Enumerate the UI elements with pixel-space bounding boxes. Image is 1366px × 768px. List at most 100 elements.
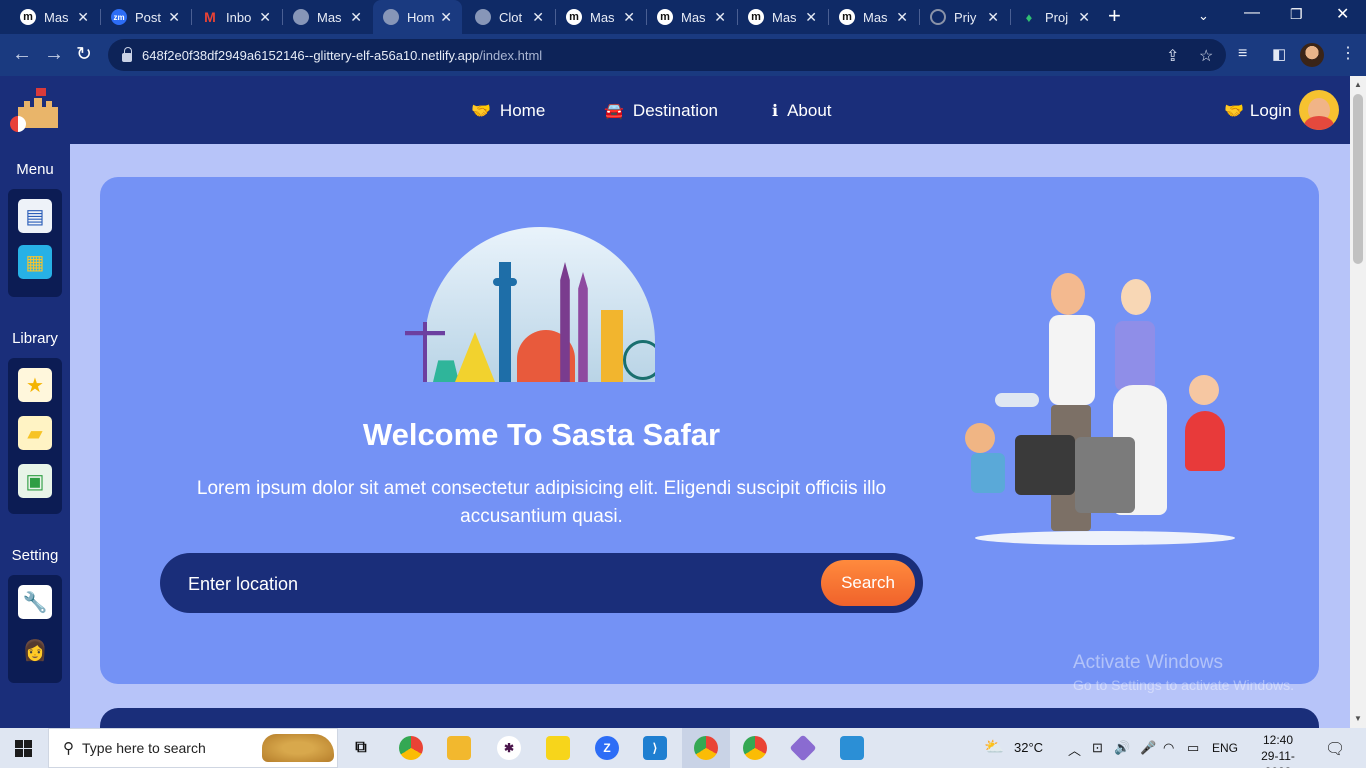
chat-icon[interactable]: ▰ [18, 416, 52, 450]
scroll-thumb[interactable] [1353, 94, 1363, 264]
m-icon: m [20, 9, 36, 25]
browser-tab[interactable]: Priy ✕ [920, 0, 1009, 34]
zoom-icon[interactable]: Z [595, 736, 619, 760]
minimize-icon[interactable]: — [1244, 4, 1260, 22]
globe-icon [383, 9, 399, 25]
close-tab-icon[interactable]: ✕ [350, 9, 362, 26]
m-icon: m [566, 9, 582, 25]
chrome-profile-2-icon[interactable] [743, 736, 767, 760]
browser-tab[interactable]: m Mas ✕ [10, 0, 99, 34]
browser-tab[interactable]: m Mas ✕ [647, 0, 736, 34]
page-scrollbar[interactable]: ▲ ▼ [1350, 76, 1366, 728]
clock-time: 12:40 [1262, 733, 1294, 747]
vscode-icon[interactable]: ⟩ [643, 736, 667, 760]
wrench-icon[interactable]: 🔧 [18, 585, 52, 619]
nav-destination-link[interactable]: 🚘 Destination [604, 100, 718, 122]
search-highlight-image[interactable] [262, 734, 334, 762]
sidebar-setting-title: Setting [11, 547, 59, 564]
close-tab-icon[interactable]: ✕ [623, 9, 635, 26]
reading-list-icon[interactable]: ≡ [1238, 45, 1247, 63]
new-tab-icon[interactable]: + [1108, 3, 1121, 29]
close-tab-icon[interactable]: ✕ [77, 9, 89, 26]
slack-icon[interactable]: ✱ [497, 736, 521, 760]
search-icon: ⚲ [63, 740, 74, 757]
sidebar-menu-title: Menu [16, 161, 54, 178]
shopping-bag-icon[interactable]: ▣ [18, 464, 52, 498]
close-tab-icon[interactable]: ✕ [168, 9, 180, 26]
weather-icon[interactable]: ⛅ [984, 737, 1004, 757]
star-icon[interactable]: ★ [18, 368, 52, 402]
browser-tab[interactable]: m Mas ✕ [556, 0, 645, 34]
close-window-icon[interactable]: ✕ [1336, 4, 1349, 24]
close-tab-icon[interactable]: ✕ [440, 9, 452, 26]
chrome-icon[interactable] [399, 736, 423, 760]
back-icon[interactable]: ← [12, 43, 32, 66]
support-agent-icon[interactable]: 👩 [18, 633, 52, 667]
github-icon [930, 9, 946, 25]
close-tab-icon[interactable]: ✕ [805, 9, 817, 26]
handshake-icon: 🤝 [1224, 103, 1244, 120]
reload-icon[interactable]: ↻ [76, 43, 92, 66]
notification-icon[interactable]: 🗨 [1325, 739, 1345, 759]
flag-shape [36, 88, 46, 96]
browser-tab[interactable]: ♦ Proj ✕ [1011, 0, 1100, 34]
chrome-profile-icon[interactable] [694, 736, 718, 760]
tab-search-icon[interactable]: ⌄ [1198, 8, 1209, 24]
nav-about-link[interactable]: ℹ About [772, 100, 832, 122]
browser-tab[interactable]: Mas ✕ [283, 0, 372, 34]
sand-castle-logo[interactable] [10, 86, 62, 134]
browser-tab-active[interactable]: Hom ✕ [373, 0, 462, 34]
meet-now-icon[interactable]: ⊡ [1092, 740, 1103, 756]
activate-windows-title: Activate Windows [1073, 652, 1223, 673]
dashboard-icon[interactable]: ▤ [18, 199, 52, 233]
lock-icon[interactable] [122, 46, 132, 62]
user-avatar[interactable] [1299, 90, 1339, 130]
scroll-up-icon[interactable]: ▲ [1354, 80, 1362, 89]
sky-dome [425, 227, 655, 382]
close-tab-icon[interactable]: ✕ [896, 9, 908, 26]
profile-avatar[interactable] [1300, 43, 1324, 67]
dev-tool-icon[interactable] [789, 734, 817, 762]
world-landmarks-illustration [405, 227, 675, 384]
browser-tab[interactable]: m Mas ✕ [738, 0, 827, 34]
close-tab-icon[interactable]: ✕ [987, 9, 999, 26]
side-panel-icon[interactable]: ◧ [1272, 45, 1286, 63]
task-view-icon[interactable]: ⧉ [349, 736, 373, 760]
photos-icon[interactable] [840, 736, 864, 760]
location-search-input[interactable] [188, 569, 788, 599]
forward-icon[interactable]: → [44, 43, 64, 66]
browser-tab[interactable]: m Mas ✕ [829, 0, 918, 34]
weather-temperature[interactable]: 32°C [1014, 740, 1043, 755]
nav-login-link[interactable]: 🤝 Login [1224, 100, 1292, 122]
bookmark-star-icon[interactable]: ☆ [1199, 46, 1213, 66]
browser-tab[interactable]: M Inbo ✕ [192, 0, 281, 34]
restore-icon[interactable]: ❐ [1290, 6, 1303, 23]
show-hidden-icons[interactable]: ︿ [1068, 740, 1081, 759]
browser-tab[interactable]: zm Post ✕ [101, 0, 190, 34]
scroll-down-icon[interactable]: ▼ [1354, 714, 1362, 723]
booking-icon[interactable]: ▦ [18, 245, 52, 279]
close-tab-icon[interactable]: ✕ [259, 9, 271, 26]
close-tab-icon[interactable]: ✕ [532, 9, 544, 26]
browser-menu-icon[interactable]: ⋮ [1340, 43, 1356, 63]
browser-tab[interactable]: Clot ✕ [465, 0, 554, 34]
share-icon[interactable]: ⇪ [1166, 46, 1179, 66]
sticky-notes-icon[interactable] [546, 736, 570, 760]
taskbar-clock[interactable]: 12:40 29-11-2023 [1248, 732, 1308, 768]
windows-taskbar: ⚲ Type here to search ⧉ ✱ Z ⟩ ⛅ 32°C ︿ ⊡… [0, 728, 1366, 768]
m-icon: m [839, 9, 855, 25]
volume-icon[interactable]: 🔊 [1114, 740, 1130, 756]
hero-description: Lorem ipsum dolor sit amet consectetur a… [196, 478, 887, 527]
close-tab-icon[interactable]: ✕ [1078, 9, 1090, 26]
globe-icon [475, 9, 491, 25]
microphone-icon[interactable]: 🎤 [1140, 740, 1156, 756]
file-explorer-icon[interactable] [447, 736, 471, 760]
battery-icon[interactable]: ▭ [1187, 740, 1199, 756]
nav-home-link[interactable]: 🤝 Home [471, 100, 545, 122]
windows-start-icon[interactable] [15, 740, 32, 757]
wifi-icon[interactable]: ◠ [1163, 740, 1174, 756]
close-tab-icon[interactable]: ✕ [714, 9, 726, 26]
address-bar[interactable]: 648f2e0f38df2949a6152146--glittery-elf-a… [108, 39, 1226, 71]
search-button[interactable]: Search [821, 560, 915, 606]
language-indicator[interactable]: ENG [1212, 741, 1238, 755]
